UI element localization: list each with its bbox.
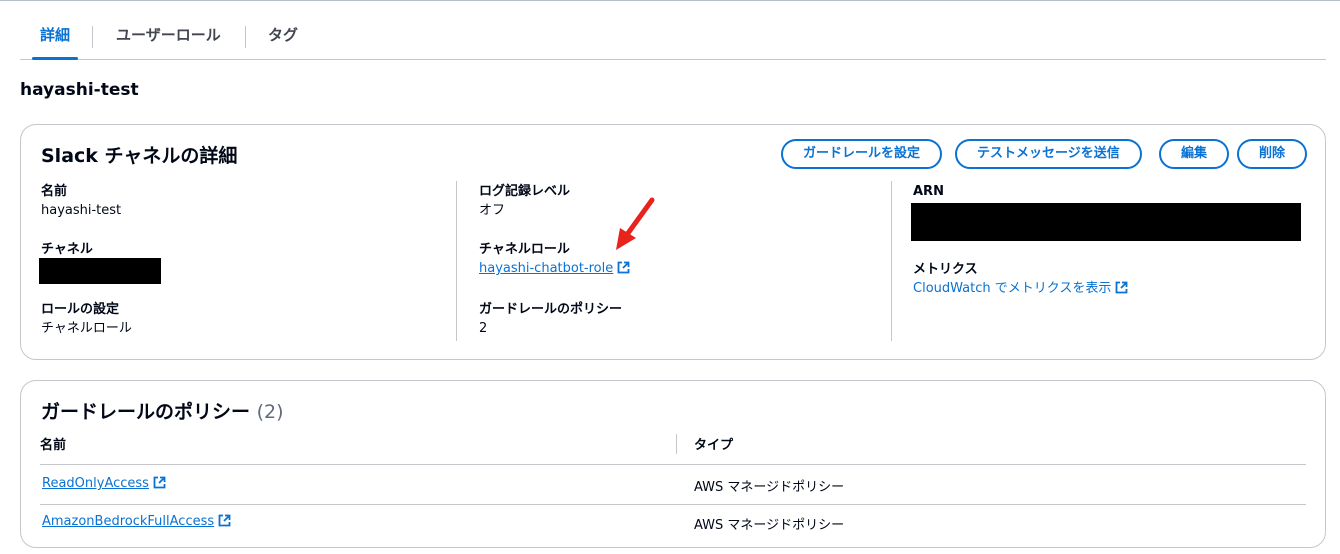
send-test-message-button[interactable]: テストメッセージを送信 <box>955 139 1142 169</box>
channel-role-link[interactable]: hayashi-chatbot-role <box>479 261 613 276</box>
metrics-label: メトリクス <box>913 262 978 277</box>
log-level-value: オフ <box>479 203 506 218</box>
channel-field: チャネル <box>41 241 93 259</box>
external-link-icon[interactable] <box>617 261 630 280</box>
top-divider <box>0 0 1340 1</box>
policies-title-text: ガードレールのポリシー <box>41 401 251 423</box>
metrics-field: メトリクス CloudWatch でメトリクスを表示 <box>913 261 1128 300</box>
red-arrow-annotation <box>616 197 655 250</box>
name-field: 名前 hayashi-test <box>41 183 121 220</box>
column-header-type[interactable]: タイプ <box>694 434 733 453</box>
log-level-label: ログ記録レベル <box>479 184 571 199</box>
tab-divider <box>245 26 246 48</box>
log-level-field: ログ記録レベル オフ <box>479 183 570 220</box>
arn-field: ARN <box>913 183 944 201</box>
header-row-divider <box>40 464 1306 465</box>
channel-details-panel: Slack チャネルの詳細 ガードレールを設定 テストメッセージを送信 編集 削… <box>20 124 1326 360</box>
column-header-name[interactable]: 名前 <box>40 434 66 453</box>
role-setting-field: ロールの設定 チャネルロール <box>41 301 132 338</box>
guardrail-policy-label: ガードレールのポリシー <box>479 302 623 317</box>
tab-bar: 詳細 ユーザーロール タグ <box>20 18 1326 60</box>
policy-type: AWS マネージドポリシー <box>694 480 845 495</box>
channel-role-label: チャネルロール <box>479 242 570 257</box>
tab-user-roles[interactable]: ユーザーロール <box>96 24 241 60</box>
redacted-channel-value <box>39 258 161 284</box>
policy-name-link[interactable]: ReadOnlyAccess <box>42 476 149 491</box>
guardrail-policy-value: 2 <box>479 321 488 336</box>
cloudwatch-metrics-link[interactable]: CloudWatch でメトリクスを表示 <box>913 281 1111 296</box>
name-label: 名前 <box>41 184 68 199</box>
tab-divider <box>92 26 93 48</box>
policy-name-link[interactable]: AmazonBedrockFullAccess <box>42 514 214 529</box>
tab-details[interactable]: 詳細 <box>20 24 90 60</box>
external-link-icon[interactable] <box>218 514 231 531</box>
tab-tags[interactable]: タグ <box>248 24 318 60</box>
delete-button[interactable]: 削除 <box>1237 139 1308 169</box>
column-divider <box>891 181 892 341</box>
arn-label: ARN <box>913 184 944 199</box>
row-divider <box>40 504 1306 505</box>
external-link-icon[interactable] <box>153 476 166 493</box>
channel-label: チャネル <box>41 242 93 257</box>
policies-title: ガードレールのポリシー (2) <box>41 397 284 424</box>
channel-role-field: チャネルロール hayashi-chatbot-role <box>479 241 630 280</box>
redacted-arn-value <box>911 203 1301 241</box>
policies-count: (2) <box>256 401 284 423</box>
external-link-icon[interactable] <box>1115 281 1128 300</box>
resource-title: hayashi-test <box>20 80 139 100</box>
policy-type: AWS マネージドポリシー <box>694 518 845 533</box>
column-divider <box>456 181 457 341</box>
table-row: ReadOnlyAccess <box>42 476 166 493</box>
page: 詳細 ユーザーロール タグ hayashi-test Slack チャネルの詳細… <box>0 0 1340 554</box>
name-value: hayashi-test <box>41 203 122 218</box>
guardrail-policy-field: ガードレールのポリシー 2 <box>479 301 622 338</box>
edit-button[interactable]: 編集 <box>1159 139 1230 169</box>
set-guardrail-button[interactable]: ガードレールを設定 <box>781 139 943 169</box>
column-header-divider <box>676 434 677 454</box>
panel-title: Slack チャネルの詳細 <box>41 145 238 167</box>
role-setting-value: チャネルロール <box>41 321 132 336</box>
role-setting-label: ロールの設定 <box>41 302 120 317</box>
table-row: AmazonBedrockFullAccess <box>42 514 231 531</box>
